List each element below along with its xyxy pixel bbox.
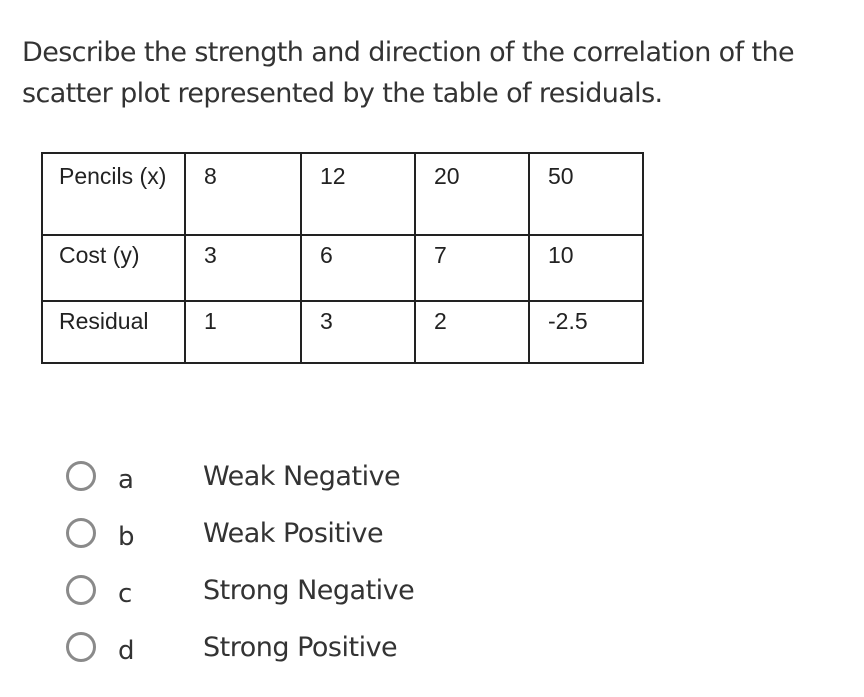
option-text: Strong Negative (203, 575, 415, 606)
question-text: Describe the strength and direction of t… (22, 37, 795, 109)
option-text: Weak Positive (203, 518, 384, 549)
option-text: Weak Negative (203, 461, 401, 492)
row-label: Residual (41, 300, 186, 364)
option-letter: b (118, 522, 135, 552)
radio-button[interactable] (66, 632, 96, 662)
table-cell: 10 (528, 234, 644, 302)
row-label: Pencils (x) (41, 152, 186, 236)
table-cell: 2 (414, 300, 530, 364)
row-label: Cost (y) (41, 234, 186, 302)
table-cell: -2.5 (528, 300, 644, 364)
table-row-residual: Residual 1 3 2 -2.5 (41, 300, 644, 364)
table-cell: 12 (300, 152, 416, 236)
option-letter: c (118, 579, 133, 609)
option-text: Strong Positive (203, 632, 398, 663)
residuals-table: Pencils (x) 8 12 20 50 Cost (y) 3 6 7 10… (41, 152, 644, 364)
table-cell: 7 (414, 234, 530, 302)
radio-button[interactable] (66, 461, 96, 491)
option-letter: d (118, 636, 135, 666)
radio-button[interactable] (66, 575, 96, 605)
table-cell: 3 (300, 300, 416, 364)
table-row-pencils: Pencils (x) 8 12 20 50 (41, 152, 644, 236)
table-cell: 50 (528, 152, 644, 236)
table-cell: 20 (414, 152, 530, 236)
option-letter: a (118, 465, 134, 495)
radio-button[interactable] (66, 518, 96, 548)
table-cell: 3 (184, 234, 302, 302)
table-cell: 1 (184, 300, 302, 364)
table-row-cost: Cost (y) 3 6 7 10 (41, 234, 644, 302)
table-cell: 6 (300, 234, 416, 302)
table-cell: 8 (184, 152, 302, 236)
